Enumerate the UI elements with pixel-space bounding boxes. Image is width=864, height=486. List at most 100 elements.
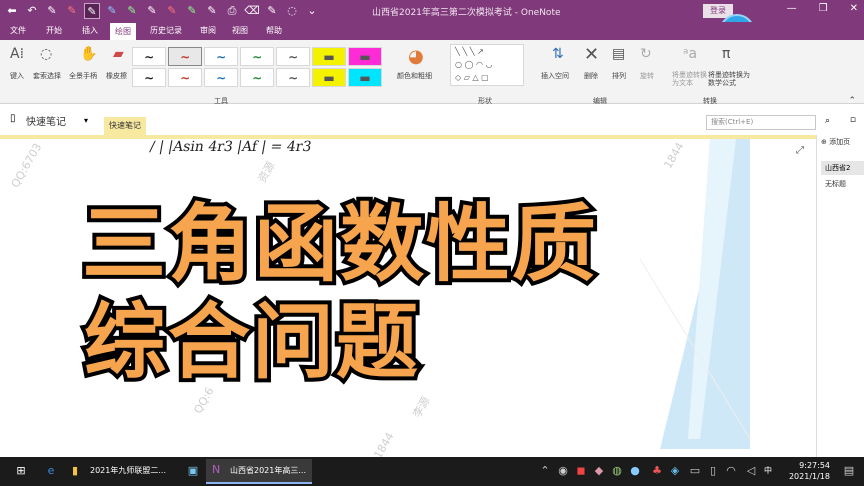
ribbon-tabs: 文件 开始 插入 绘图 历史记录 审阅 视图 帮助 bbox=[0, 22, 864, 40]
tab-history[interactable]: 历史记录 bbox=[150, 25, 182, 36]
pen-swatch[interactable]: ▬ bbox=[312, 68, 346, 87]
shapes-gallery[interactable]: ╲ ╲ ╲ ↗ ○ ◯ ◠ ◡ ◇ ▱ △ ▢ bbox=[450, 44, 524, 86]
add-page-button[interactable]: ⊕ 添加页 bbox=[821, 137, 850, 147]
polygon-icon[interactable]: ◇ ▱ △ ▢ bbox=[455, 73, 489, 82]
tab-help[interactable]: 帮助 bbox=[266, 25, 282, 36]
ink-to-text-icon[interactable]: ᵃa bbox=[683, 46, 697, 62]
store-icon[interactable]: ▣ bbox=[186, 464, 200, 478]
page-pane: ⊕ 添加页 山西省2 无标题 bbox=[816, 135, 864, 457]
full-page-icon[interactable]: ⤢ bbox=[796, 145, 804, 156]
pen-swatch[interactable]: ▬ bbox=[312, 47, 346, 66]
tray-app-icon[interactable]: ◼ bbox=[574, 464, 588, 478]
page-item-2[interactable]: 无标题 bbox=[821, 179, 846, 189]
pen-swatch[interactable]: ∼ bbox=[240, 47, 274, 66]
chevron-down-icon[interactable]: ▾ bbox=[84, 116, 88, 125]
notebook-bar: ▯ 快速笔记 ▾ 快速笔记 搜索(Ctrl+E) ⌕ ▫ bbox=[0, 105, 864, 135]
close-icon[interactable]: ✕ bbox=[850, 3, 858, 14]
minimize-icon[interactable]: — bbox=[787, 3, 797, 14]
tray-app-icon[interactable]: ◉ bbox=[556, 464, 570, 478]
tab-draw[interactable]: 绘图 bbox=[110, 23, 136, 40]
pen-red2-icon[interactable]: ✎ bbox=[164, 3, 180, 19]
printer-icon[interactable]: ⎙ bbox=[224, 3, 240, 19]
window-controls: — ❐ ✕ bbox=[787, 3, 858, 14]
tray-app-icon[interactable]: ◆ bbox=[592, 464, 606, 478]
pen-swatch[interactable]: ∼ bbox=[204, 68, 238, 87]
page-item-1[interactable]: 山西省2 bbox=[821, 161, 864, 175]
tab-review[interactable]: 审阅 bbox=[200, 25, 216, 36]
rotate-icon[interactable]: ↻ bbox=[640, 46, 652, 62]
pan-hand-icon[interactable]: ✋ bbox=[80, 46, 97, 62]
note-canvas[interactable]: QQ:6703 资源 1844 李源 QQ:6 1844 / | |Asin 4… bbox=[0, 135, 816, 457]
pen-white-icon[interactable]: ✎ bbox=[264, 3, 280, 19]
tray-chevron-icon[interactable]: ⌃ bbox=[538, 464, 552, 478]
arrange-label: 排列 bbox=[612, 72, 626, 80]
section-tab[interactable]: 快速笔记 bbox=[104, 117, 146, 135]
windows-start-icon[interactable]: ⊞ bbox=[14, 464, 28, 478]
pen-green2-icon[interactable]: ✎ bbox=[184, 3, 200, 19]
insert-space-icon[interactable]: ⇅ bbox=[552, 46, 564, 62]
pen-swatch[interactable]: ▬ bbox=[348, 47, 382, 66]
tab-view[interactable]: 视图 bbox=[232, 25, 248, 36]
tray-app-icon[interactable]: ♣ bbox=[650, 464, 664, 478]
search-icon[interactable]: ⌕ bbox=[825, 116, 830, 126]
pen-black-icon[interactable]: ✎ bbox=[44, 3, 60, 19]
battery-icon[interactable]: ▯ bbox=[706, 464, 720, 478]
pen-red-icon[interactable]: ✎ bbox=[64, 3, 80, 19]
tray-app-icon[interactable]: ◍ bbox=[610, 464, 624, 478]
arc-icon[interactable]: ○ ◯ ◠ ◡ bbox=[455, 60, 493, 69]
pen-gray-icon[interactable]: ✎ bbox=[144, 3, 160, 19]
ime-indicator[interactable]: 中 bbox=[764, 465, 772, 476]
customize-icon[interactable]: ⌄ bbox=[304, 3, 320, 19]
clock[interactable]: 9:27:54 2021/1/18 bbox=[789, 460, 830, 482]
taskbar-item-onenote[interactable]: N 山西省2021年高三... bbox=[206, 459, 312, 484]
tray-app-icon[interactable]: ● bbox=[628, 464, 642, 478]
pen-selected-icon[interactable]: ✎ bbox=[84, 3, 100, 19]
edge-icon[interactable]: e bbox=[44, 464, 58, 478]
tab-file[interactable]: 文件 bbox=[10, 25, 26, 36]
wifi-icon[interactable]: ◠ bbox=[724, 464, 738, 478]
line-icon[interactable]: ╲ ╲ ╲ ↗ bbox=[455, 47, 484, 56]
headline-line2: 综合问题 bbox=[80, 291, 422, 394]
pen-green-icon[interactable]: ✎ bbox=[124, 3, 140, 19]
pen-swatch[interactable]: ∼ bbox=[168, 68, 202, 87]
colors-label: 颜色和粗细 bbox=[397, 72, 432, 80]
insert-space-label: 插入空间 bbox=[541, 72, 569, 80]
pen-swatch[interactable]: ∼ bbox=[276, 68, 310, 87]
pen-swatch[interactable]: ∼ bbox=[168, 47, 202, 66]
color-wheel-icon[interactable]: ◕ bbox=[408, 46, 424, 67]
undo-icon[interactable]: ↶ bbox=[24, 3, 40, 19]
pen-swatch[interactable]: ∼ bbox=[240, 68, 274, 87]
type-icon[interactable]: A⁞ bbox=[10, 46, 24, 62]
delete-icon[interactable]: ✕ bbox=[584, 44, 599, 65]
notification-icon[interactable]: ▤ bbox=[842, 464, 856, 478]
back-icon[interactable]: ⬅ bbox=[4, 3, 20, 19]
lasso-label: 套索选择 bbox=[33, 72, 61, 80]
eraser-icon[interactable]: ⌫ bbox=[244, 3, 260, 19]
maximize-icon[interactable]: ❐ bbox=[819, 3, 828, 14]
tab-insert[interactable]: 插入 bbox=[82, 25, 98, 36]
eraser-tool-icon[interactable]: ▰ bbox=[113, 46, 124, 62]
pen-blue-icon[interactable]: ✎ bbox=[104, 3, 120, 19]
volume-icon[interactable]: ◁ bbox=[744, 464, 758, 478]
pen-swatch[interactable]: ∼ bbox=[132, 68, 166, 87]
pen-gray2-icon[interactable]: ✎ bbox=[204, 3, 220, 19]
arrange-icon[interactable]: ▤ bbox=[612, 46, 625, 62]
notebook-picker[interactable]: 快速笔记 bbox=[26, 113, 66, 128]
ink-to-math-label: 将墨迹转换为数学公式 bbox=[708, 71, 750, 87]
expand-icon[interactable]: ▫ bbox=[850, 115, 856, 125]
ribbon-draw: A⁞ 键入 ◌ 套索选择 ✋ 全景手柄 ▰ 橡皮擦 ∼ ∼ ∼ ∼ ∼ ▬ ▬ ∼ ∼ ∼ ∼ ∼ ▬ ▬… bbox=[0, 40, 864, 106]
tray-app-icon[interactable]: ◈ bbox=[668, 464, 682, 478]
tab-home[interactable]: 开始 bbox=[46, 25, 62, 36]
pen-swatch[interactable]: ∼ bbox=[276, 47, 310, 66]
lasso-icon[interactable]: ◌ bbox=[284, 3, 300, 19]
taskbar-item-label: 山西省2021年高三... bbox=[230, 466, 306, 475]
ink-to-math-icon[interactable]: π bbox=[722, 46, 730, 62]
pen-swatch[interactable]: ∼ bbox=[132, 47, 166, 66]
pen-swatch[interactable]: ∼ bbox=[204, 47, 238, 66]
pen-swatch[interactable]: ▬ bbox=[348, 68, 382, 87]
lasso-select-icon[interactable]: ◌ bbox=[40, 46, 52, 62]
taskbar-item-label: 2021年九师联盟二... bbox=[90, 466, 166, 475]
search-input[interactable]: 搜索(Ctrl+E) bbox=[706, 115, 816, 130]
tray-app-icon[interactable]: ▭ bbox=[688, 464, 702, 478]
taskbar-item-explorer[interactable]: ▮ 2021年九师联盟二... bbox=[66, 459, 172, 484]
